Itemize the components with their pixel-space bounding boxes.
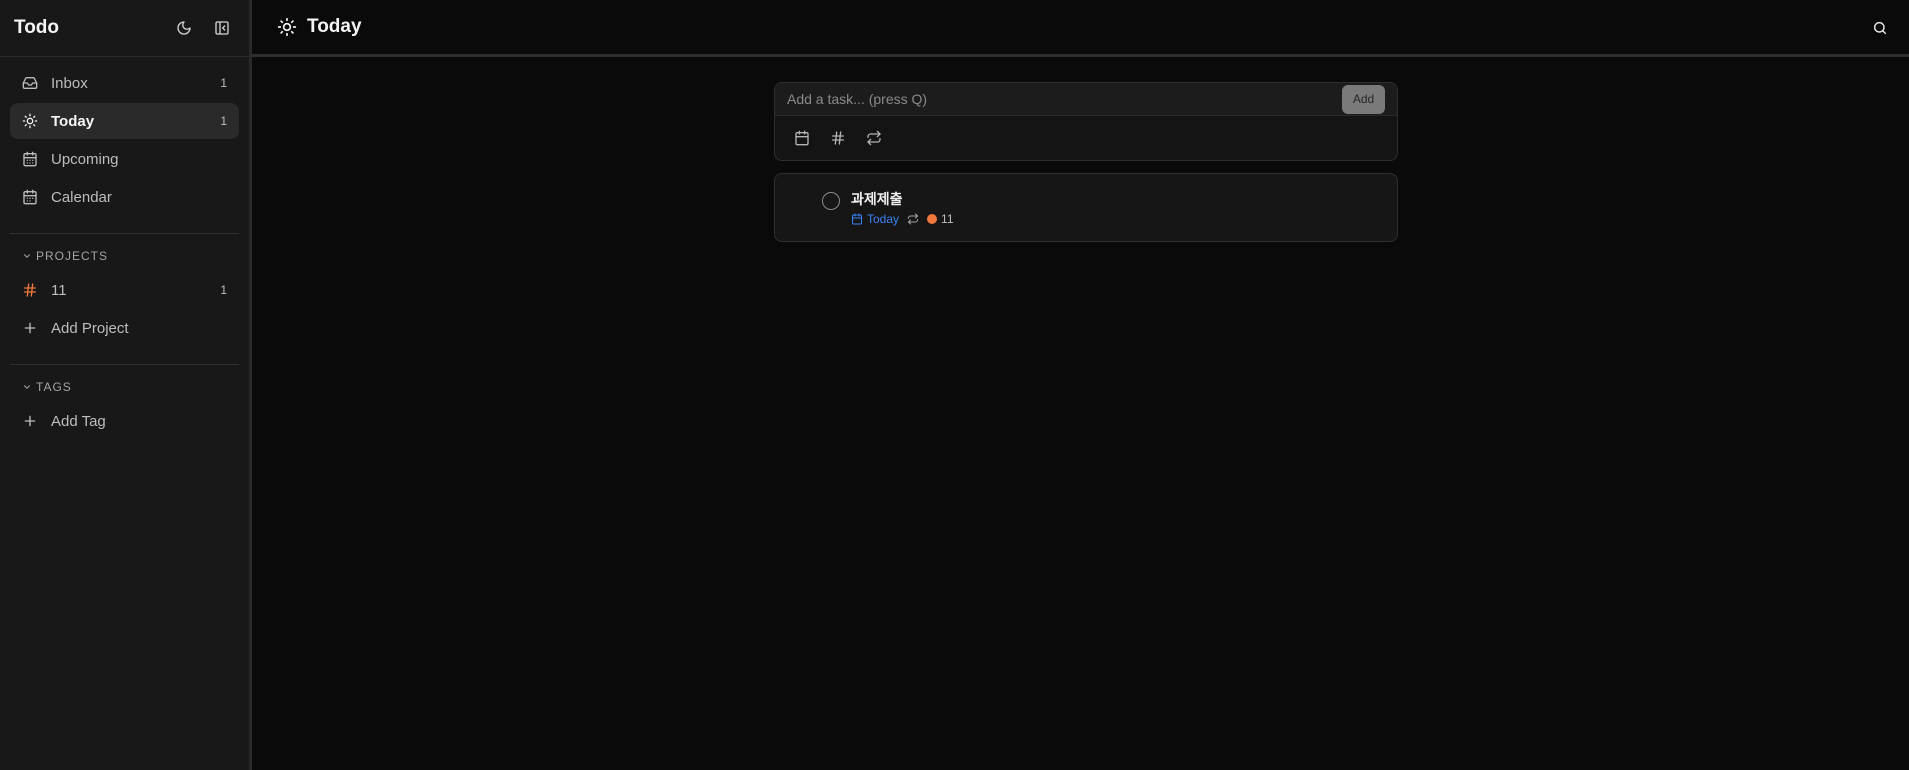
sidebar-divider (10, 364, 239, 365)
tags-list: Add Tag (0, 401, 249, 449)
search-icon (1873, 21, 1887, 35)
sidebar-toggle-button[interactable] (207, 13, 237, 43)
moon-icon (177, 21, 191, 35)
chevron-down-icon (23, 385, 31, 389)
page-title: Today (307, 16, 362, 37)
sun-icon (277, 17, 297, 37)
add-task-input[interactable] (775, 83, 1342, 115)
inbox-icon (22, 77, 38, 89)
add-task-button[interactable]: Add (1342, 84, 1385, 114)
chevron-down-icon (23, 254, 31, 258)
main-panel: Today Add 과제제출 (252, 0, 1909, 770)
sidebar-item-upcoming[interactable]: Upcoming (10, 141, 239, 177)
task-project[interactable]: 11 (927, 212, 954, 226)
task-complete-checkbox[interactable] (822, 192, 840, 210)
calendar-days-icon (23, 151, 37, 167)
sidebar-header: Todo (0, 0, 249, 57)
set-repeat-button[interactable] (861, 125, 887, 151)
projects-heading: PROJECTS (36, 249, 109, 263)
sidebar-item-label: Inbox (51, 74, 88, 92)
calendar-icon (795, 130, 809, 146)
hash-icon (24, 283, 36, 297)
sidebar-item-label: Upcoming (51, 150, 119, 168)
task-title: 과제제출 (851, 191, 903, 207)
tags-section-toggle[interactable]: TAGS (0, 373, 249, 401)
task-meta: Today 11 (851, 212, 954, 226)
add-project-label: Add Project (51, 319, 129, 337)
repeat-icon (867, 130, 881, 146)
task-due-label: Today (867, 212, 900, 226)
sidebar-header-actions (169, 13, 237, 43)
sidebar-item-inbox[interactable]: Inbox 1 (10, 65, 239, 101)
project-color-dot (927, 214, 938, 224)
projects-list: 11 1 Add Project (0, 270, 249, 356)
calendar-icon (23, 189, 37, 205)
app-title: Todo (14, 17, 60, 38)
add-task-tools (775, 116, 1397, 160)
add-tag-label: Add Tag (51, 412, 106, 430)
sidebar-item-count: 1 (220, 114, 227, 128)
top-bar: Today (252, 0, 1909, 57)
sidebar-item-calendar[interactable]: Calendar (10, 179, 239, 215)
add-task-row: Add (775, 83, 1397, 116)
sidebar-item-label: Calendar (51, 188, 112, 206)
task-project-label: 11 (941, 212, 954, 226)
search-button[interactable] (1865, 13, 1895, 43)
add-task-box: Add (774, 82, 1398, 161)
sidebar-item-label: 11 (51, 281, 67, 299)
set-project-button[interactable] (825, 125, 851, 151)
plus-icon (24, 322, 36, 334)
projects-section-toggle[interactable]: PROJECTS (0, 242, 249, 270)
sidebar-item-project-11[interactable]: 11 1 (10, 272, 239, 308)
set-date-button[interactable] (789, 125, 815, 151)
sidebar-item-count: 1 (220, 76, 227, 90)
task-due-date[interactable]: Today (851, 212, 899, 226)
add-project-button[interactable]: Add Project (10, 310, 239, 346)
plus-icon (24, 415, 36, 427)
repeat-icon (908, 213, 919, 225)
sidebar-item-today[interactable]: Today 1 (10, 103, 239, 139)
tags-heading: TAGS (36, 380, 72, 394)
sidebar: Todo Inbox 1 Today 1 Upcoming Calendar P… (0, 0, 252, 770)
hash-icon (832, 131, 844, 145)
sidebar-item-count: 1 (220, 283, 227, 297)
sidebar-divider (10, 233, 239, 234)
sun-icon (22, 113, 38, 129)
task-content: Add 과제제출 Today (774, 82, 1398, 242)
calendar-icon (852, 213, 862, 225)
task-item[interactable]: 과제제출 Today 11 (774, 173, 1398, 242)
theme-toggle-button[interactable] (169, 13, 199, 43)
add-tag-button[interactable]: Add Tag (10, 403, 239, 439)
main-nav: Inbox 1 Today 1 Upcoming Calendar (0, 57, 249, 225)
sidebar-item-label: Today (51, 112, 95, 130)
sidebar-collapse-icon (215, 21, 229, 35)
